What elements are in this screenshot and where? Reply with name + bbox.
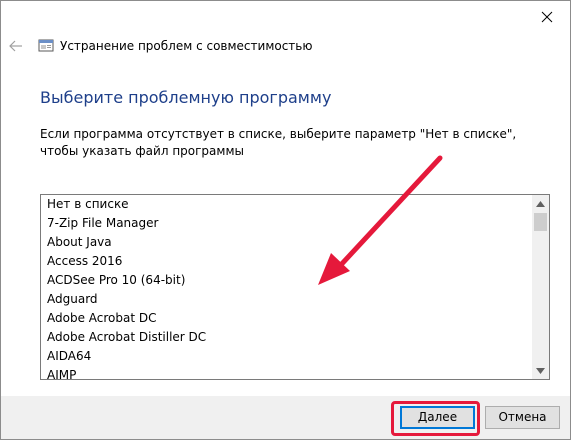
program-list-item[interactable]: AIDA64 [41, 347, 532, 366]
scroll-down-button[interactable] [532, 362, 549, 379]
close-icon [541, 11, 553, 22]
list-scrollbar[interactable] [532, 195, 549, 379]
next-button-highlight [391, 401, 480, 436]
program-list-item[interactable]: Access 2016 [41, 252, 532, 271]
program-list-item[interactable]: Adguard [41, 290, 532, 309]
program-list-item[interactable]: Нет в списке [41, 195, 532, 214]
program-list-item[interactable]: About Java [41, 233, 532, 252]
scroll-thumb[interactable] [534, 213, 547, 231]
program-list-items: Нет в списке 7-Zip File Manager About Java… [41, 195, 532, 379]
window-title: Устранение проблем с совместимостью [60, 39, 313, 53]
program-list-item[interactable]: ACDSee Pro 10 (64-bit) [41, 271, 532, 290]
chevron-down-icon [536, 367, 545, 374]
program-list-item[interactable]: Adobe Acrobat DC [41, 309, 532, 328]
back-arrow-icon [9, 40, 22, 52]
page-description: Если программа отсутствует в списке, выб… [40, 127, 517, 158]
program-listbox[interactable]: Нет в списке 7-Zip File Manager About Java… [40, 194, 550, 380]
cancel-button[interactable]: Отмена [485, 406, 560, 429]
troubleshooter-app-icon [38, 39, 54, 52]
troubleshooter-window: Устранение проблем с совместимостью Выбе… [0, 0, 571, 440]
back-button[interactable] [5, 35, 27, 57]
close-button[interactable] [524, 1, 570, 32]
scroll-up-button[interactable] [532, 195, 549, 212]
program-list-item[interactable]: Adobe Acrobat Distiller DC [41, 328, 532, 347]
chevron-up-icon [536, 200, 545, 207]
page-heading: Выберите проблемную программу [40, 88, 332, 107]
dialog-footer: Далее Отмена [1, 396, 570, 439]
program-list-item[interactable]: 7-Zip File Manager [41, 214, 532, 233]
program-list-item[interactable]: AIMP [41, 366, 532, 379]
